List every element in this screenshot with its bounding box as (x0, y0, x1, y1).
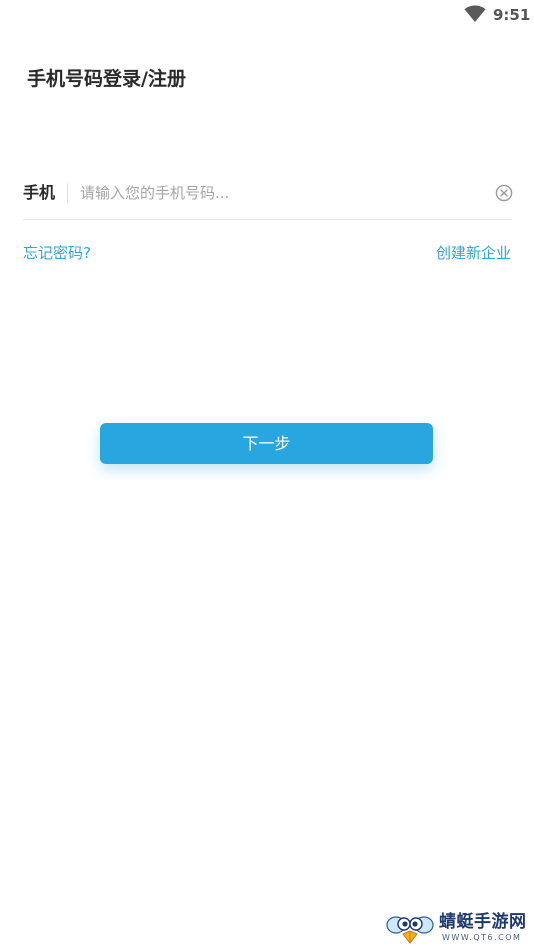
watermark: 蜻蜓手游网 WWW.QT6.COM (386, 909, 531, 947)
dragonfly-logo-icon (386, 916, 434, 944)
status-time: 9:51 (493, 6, 531, 24)
watermark-name: 蜻蜓手游网 (439, 912, 527, 932)
watermark-url: WWW.QT6.COM (442, 933, 522, 942)
field-divider (67, 183, 68, 203)
page-title: 手机号码登录/注册 (27, 68, 186, 90)
next-button[interactable]: 下一步 (100, 423, 433, 464)
clear-circle-icon[interactable] (495, 184, 513, 202)
forgot-password-link[interactable]: 忘记密码? (23, 242, 91, 264)
phone-input[interactable] (80, 180, 480, 206)
create-enterprise-link[interactable]: 创建新企业 (436, 242, 511, 264)
wifi-icon (464, 5, 486, 22)
phone-field-row: 手机 (23, 168, 513, 220)
status-bar: 9:51 (0, 0, 534, 30)
login-screen: 9:51 手机号码登录/注册 手机 忘记密码? 创建新企业 下一步 蜻蜓手游网 … (0, 0, 534, 949)
phone-label: 手机 (23, 183, 56, 202)
